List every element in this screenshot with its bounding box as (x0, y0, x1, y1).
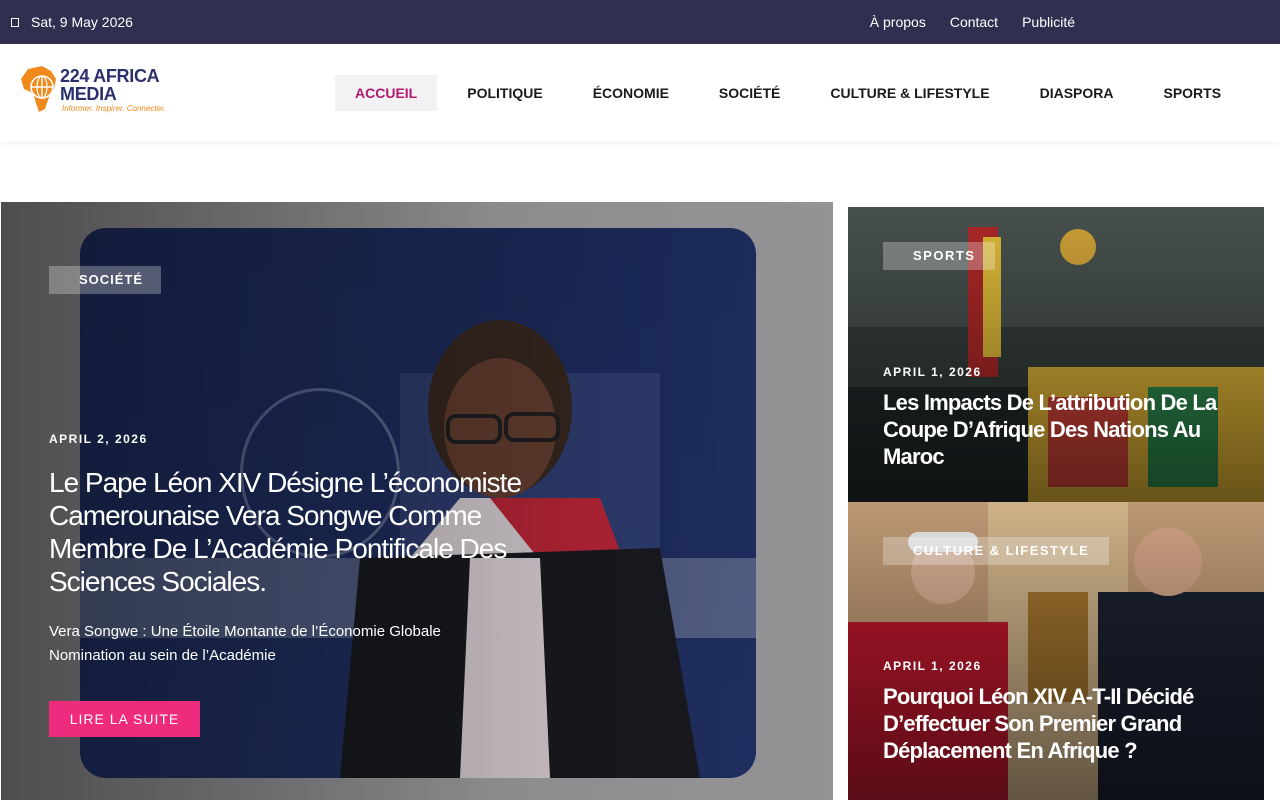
site-name: 224 AFRICA MEDIA (60, 66, 160, 104)
about-link[interactable]: À propos (870, 14, 926, 30)
side-article-date: APRIL 1, 2026 (883, 659, 982, 673)
side-article-title[interactable]: Les Impacts De L’attribution De La Coupe… (883, 389, 1243, 470)
calendar-icon (11, 17, 19, 27)
hero-date: APRIL 2, 2026 (49, 432, 148, 446)
side-article-date: APRIL 1, 2026 (883, 365, 982, 379)
site-logo[interactable]: 224 AFRICA MEDIA Informer. Inspirer. Con… (18, 63, 178, 117)
read-more-button[interactable]: LIRE LA SUITE (49, 701, 200, 737)
nav-item-economie[interactable]: ÉCONOMIE (573, 75, 689, 111)
side-article-title[interactable]: Pourquoi Léon XIV A-T-Il Décidé D’effect… (883, 683, 1243, 764)
nav-item-culture-lifestyle[interactable]: CULTURE & LIFESTYLE (810, 75, 1009, 111)
culture-category-badge[interactable]: CULTURE & LIFESTYLE (883, 537, 1110, 565)
hero-excerpt: Vera Songwe : Une Étoile Montante de l’É… (49, 623, 441, 664)
contact-link[interactable]: Contact (950, 14, 998, 30)
featured-article[interactable]: SOCIÉTÉ APRIL 2, 2026 Le Pape Léon XIV D… (1, 202, 833, 800)
hero-title[interactable]: Le Pape Léon XIV Désigne L’économiste Ca… (49, 466, 569, 598)
sports-category-badge[interactable]: SPORTS (883, 242, 996, 270)
nav-item-accueil[interactable]: ACCUEIL (335, 75, 438, 111)
nav-item-sports[interactable]: SPORTS (1143, 75, 1241, 111)
nav-item-politique[interactable]: POLITIQUE (447, 75, 562, 111)
africa-globe-icon (21, 66, 56, 112)
nav-item-societe[interactable]: SOCIÉTÉ (699, 75, 800, 111)
site-header: 224 AFRICA MEDIA Informer. Inspirer. Con… (0, 44, 1280, 142)
side-article-sports[interactable]: SPORTS APRIL 1, 2026 Les Impacts De L’at… (848, 207, 1264, 502)
top-bar: Sat, 9 May 2026 À propos Contact Publici… (0, 0, 1280, 44)
advertising-link[interactable]: Publicité (1022, 14, 1075, 30)
current-date: Sat, 9 May 2026 (31, 14, 133, 30)
nav-item-diaspora[interactable]: DIASPORA (1020, 75, 1134, 111)
hero-category-badge[interactable]: SOCIÉTÉ (49, 266, 162, 294)
top-links: À propos Contact Publicité (870, 14, 1075, 30)
date-display: Sat, 9 May 2026 (11, 14, 133, 30)
site-tagline: Informer. Inspirer. Connecter. (62, 104, 166, 113)
main-nav: ACCUEIL POLITIQUE ÉCONOMIE SOCIÉTÉ CULTU… (335, 75, 1251, 111)
side-article-culture[interactable]: CULTURE & LIFESTYLE APRIL 1, 2026 Pourqu… (848, 502, 1264, 800)
